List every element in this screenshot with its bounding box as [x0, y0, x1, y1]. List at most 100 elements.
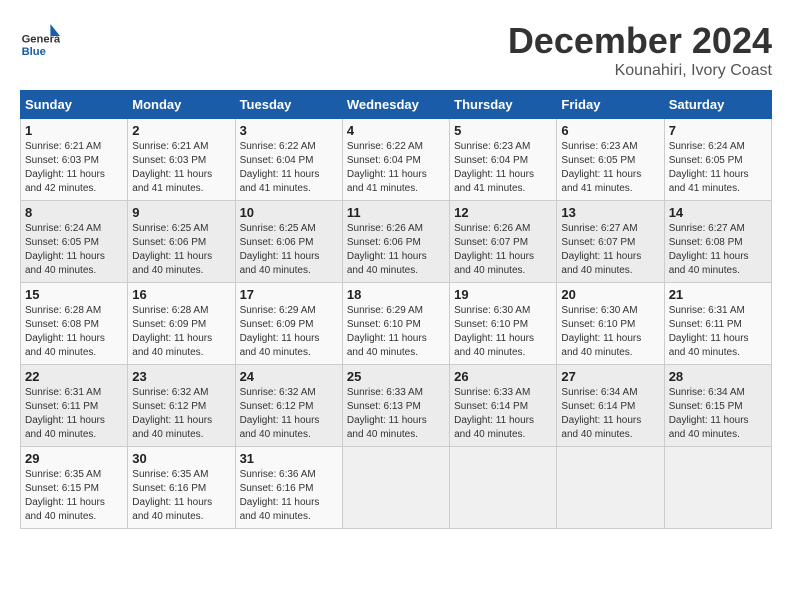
day-number: 28	[669, 369, 767, 384]
day-info: Sunrise: 6:34 AM Sunset: 6:15 PM Dayligh…	[669, 386, 767, 442]
day-info: Sunrise: 6:31 AM Sunset: 6:11 PM Dayligh…	[669, 304, 767, 360]
page-subtitle: Kounahiri, Ivory Coast	[508, 62, 772, 80]
table-row: 17 Sunrise: 6:29 AM Sunset: 6:09 PM Dayl…	[235, 283, 342, 365]
day-info: Sunrise: 6:27 AM Sunset: 6:08 PM Dayligh…	[669, 222, 767, 278]
logo: General Blue	[20, 20, 65, 60]
day-number: 22	[25, 369, 123, 384]
day-number: 31	[240, 451, 338, 466]
table-row: 3 Sunrise: 6:22 AM Sunset: 6:04 PM Dayli…	[235, 119, 342, 201]
day-info: Sunrise: 6:33 AM Sunset: 6:14 PM Dayligh…	[454, 386, 552, 442]
day-info: Sunrise: 6:36 AM Sunset: 6:16 PM Dayligh…	[240, 468, 338, 524]
col-wednesday: Wednesday	[342, 91, 449, 119]
day-number: 5	[454, 123, 552, 138]
day-info: Sunrise: 6:30 AM Sunset: 6:10 PM Dayligh…	[454, 304, 552, 360]
table-row: 20 Sunrise: 6:30 AM Sunset: 6:10 PM Dayl…	[557, 283, 664, 365]
day-info: Sunrise: 6:25 AM Sunset: 6:06 PM Dayligh…	[240, 222, 338, 278]
table-row: 21 Sunrise: 6:31 AM Sunset: 6:11 PM Dayl…	[664, 283, 771, 365]
day-number: 10	[240, 205, 338, 220]
day-number: 25	[347, 369, 445, 384]
calendar-header-row: Sunday Monday Tuesday Wednesday Thursday…	[21, 91, 772, 119]
day-number: 4	[347, 123, 445, 138]
col-sunday: Sunday	[21, 91, 128, 119]
day-info: Sunrise: 6:29 AM Sunset: 6:10 PM Dayligh…	[347, 304, 445, 360]
day-number: 17	[240, 287, 338, 302]
table-row: 24 Sunrise: 6:32 AM Sunset: 6:12 PM Dayl…	[235, 365, 342, 447]
day-number: 23	[132, 369, 230, 384]
calendar-week-row: 22 Sunrise: 6:31 AM Sunset: 6:11 PM Dayl…	[21, 365, 772, 447]
table-row: 22 Sunrise: 6:31 AM Sunset: 6:11 PM Dayl…	[21, 365, 128, 447]
day-number: 9	[132, 205, 230, 220]
day-number: 29	[25, 451, 123, 466]
table-row: 27 Sunrise: 6:34 AM Sunset: 6:14 PM Dayl…	[557, 365, 664, 447]
table-row: 8 Sunrise: 6:24 AM Sunset: 6:05 PM Dayli…	[21, 201, 128, 283]
table-row: 2 Sunrise: 6:21 AM Sunset: 6:03 PM Dayli…	[128, 119, 235, 201]
day-info: Sunrise: 6:26 AM Sunset: 6:07 PM Dayligh…	[454, 222, 552, 278]
day-number: 2	[132, 123, 230, 138]
day-info: Sunrise: 6:21 AM Sunset: 6:03 PM Dayligh…	[132, 140, 230, 196]
table-row: 23 Sunrise: 6:32 AM Sunset: 6:12 PM Dayl…	[128, 365, 235, 447]
day-info: Sunrise: 6:35 AM Sunset: 6:16 PM Dayligh…	[132, 468, 230, 524]
table-row: 31 Sunrise: 6:36 AM Sunset: 6:16 PM Dayl…	[235, 447, 342, 529]
day-info: Sunrise: 6:33 AM Sunset: 6:13 PM Dayligh…	[347, 386, 445, 442]
day-number: 30	[132, 451, 230, 466]
day-info: Sunrise: 6:28 AM Sunset: 6:08 PM Dayligh…	[25, 304, 123, 360]
table-row: 6 Sunrise: 6:23 AM Sunset: 6:05 PM Dayli…	[557, 119, 664, 201]
table-row: 9 Sunrise: 6:25 AM Sunset: 6:06 PM Dayli…	[128, 201, 235, 283]
table-row: 28 Sunrise: 6:34 AM Sunset: 6:15 PM Dayl…	[664, 365, 771, 447]
day-number: 27	[561, 369, 659, 384]
table-row: 12 Sunrise: 6:26 AM Sunset: 6:07 PM Dayl…	[450, 201, 557, 283]
table-row: 11 Sunrise: 6:26 AM Sunset: 6:06 PM Dayl…	[342, 201, 449, 283]
day-number: 12	[454, 205, 552, 220]
day-info: Sunrise: 6:25 AM Sunset: 6:06 PM Dayligh…	[132, 222, 230, 278]
day-number: 6	[561, 123, 659, 138]
day-info: Sunrise: 6:21 AM Sunset: 6:03 PM Dayligh…	[25, 140, 123, 196]
table-row: 5 Sunrise: 6:23 AM Sunset: 6:04 PM Dayli…	[450, 119, 557, 201]
day-info: Sunrise: 6:23 AM Sunset: 6:04 PM Dayligh…	[454, 140, 552, 196]
calendar-table: Sunday Monday Tuesday Wednesday Thursday…	[20, 90, 772, 529]
day-info: Sunrise: 6:30 AM Sunset: 6:10 PM Dayligh…	[561, 304, 659, 360]
table-row: 15 Sunrise: 6:28 AM Sunset: 6:08 PM Dayl…	[21, 283, 128, 365]
table-row: 4 Sunrise: 6:22 AM Sunset: 6:04 PM Dayli…	[342, 119, 449, 201]
col-tuesday: Tuesday	[235, 91, 342, 119]
table-row	[342, 447, 449, 529]
day-number: 24	[240, 369, 338, 384]
col-thursday: Thursday	[450, 91, 557, 119]
table-row: 29 Sunrise: 6:35 AM Sunset: 6:15 PM Dayl…	[21, 447, 128, 529]
day-number: 7	[669, 123, 767, 138]
day-info: Sunrise: 6:35 AM Sunset: 6:15 PM Dayligh…	[25, 468, 123, 524]
day-number: 14	[669, 205, 767, 220]
table-row	[557, 447, 664, 529]
day-number: 18	[347, 287, 445, 302]
day-number: 1	[25, 123, 123, 138]
col-friday: Friday	[557, 91, 664, 119]
day-info: Sunrise: 6:23 AM Sunset: 6:05 PM Dayligh…	[561, 140, 659, 196]
table-row	[450, 447, 557, 529]
day-info: Sunrise: 6:28 AM Sunset: 6:09 PM Dayligh…	[132, 304, 230, 360]
day-number: 21	[669, 287, 767, 302]
day-info: Sunrise: 6:24 AM Sunset: 6:05 PM Dayligh…	[669, 140, 767, 196]
page-title: December 2024	[508, 20, 772, 62]
table-row: 1 Sunrise: 6:21 AM Sunset: 6:03 PM Dayli…	[21, 119, 128, 201]
day-number: 3	[240, 123, 338, 138]
table-row: 16 Sunrise: 6:28 AM Sunset: 6:09 PM Dayl…	[128, 283, 235, 365]
col-saturday: Saturday	[664, 91, 771, 119]
day-number: 16	[132, 287, 230, 302]
day-number: 13	[561, 205, 659, 220]
table-row: 14 Sunrise: 6:27 AM Sunset: 6:08 PM Dayl…	[664, 201, 771, 283]
col-monday: Monday	[128, 91, 235, 119]
day-number: 8	[25, 205, 123, 220]
table-row	[664, 447, 771, 529]
day-number: 11	[347, 205, 445, 220]
svg-text:Blue: Blue	[22, 46, 46, 58]
title-block: December 2024 Kounahiri, Ivory Coast	[508, 20, 772, 80]
table-row: 7 Sunrise: 6:24 AM Sunset: 6:05 PM Dayli…	[664, 119, 771, 201]
table-row: 30 Sunrise: 6:35 AM Sunset: 6:16 PM Dayl…	[128, 447, 235, 529]
day-info: Sunrise: 6:24 AM Sunset: 6:05 PM Dayligh…	[25, 222, 123, 278]
day-info: Sunrise: 6:26 AM Sunset: 6:06 PM Dayligh…	[347, 222, 445, 278]
day-number: 26	[454, 369, 552, 384]
day-info: Sunrise: 6:34 AM Sunset: 6:14 PM Dayligh…	[561, 386, 659, 442]
day-number: 15	[25, 287, 123, 302]
day-info: Sunrise: 6:22 AM Sunset: 6:04 PM Dayligh…	[347, 140, 445, 196]
table-row: 18 Sunrise: 6:29 AM Sunset: 6:10 PM Dayl…	[342, 283, 449, 365]
table-row: 19 Sunrise: 6:30 AM Sunset: 6:10 PM Dayl…	[450, 283, 557, 365]
